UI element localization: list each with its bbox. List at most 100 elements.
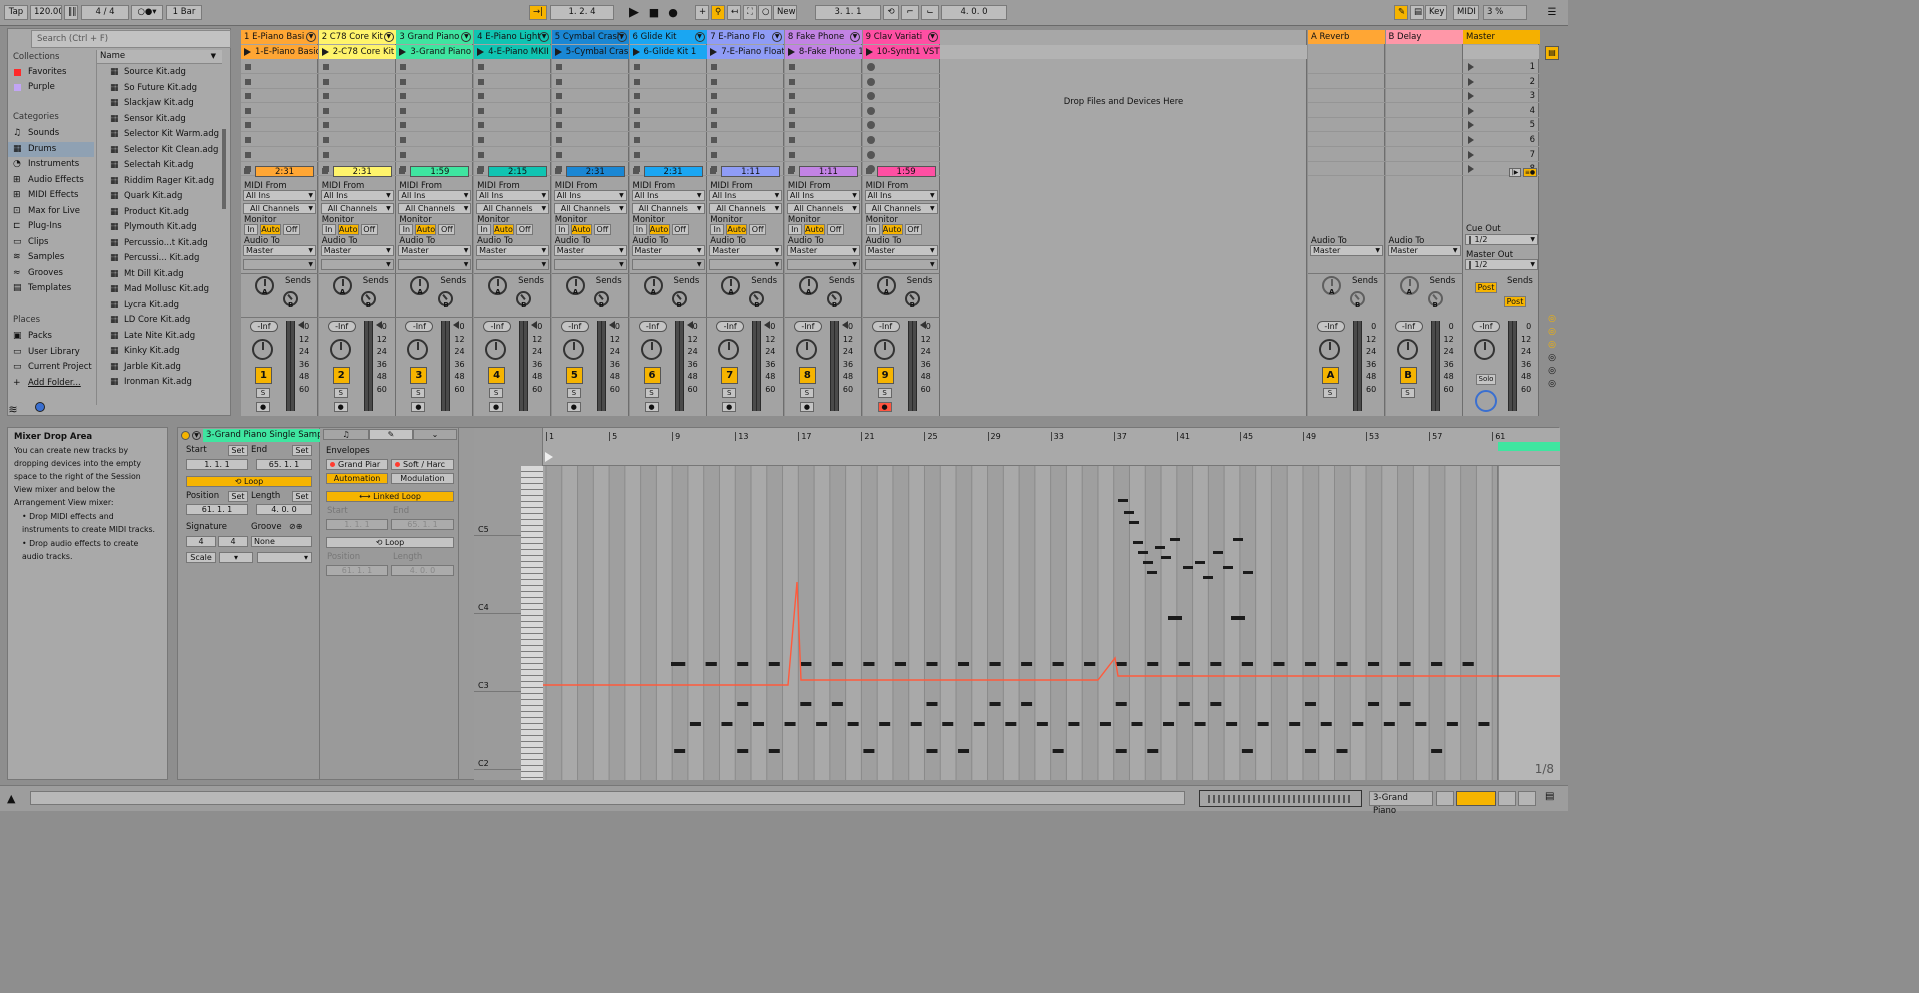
clip-slot[interactable] <box>551 104 629 118</box>
arm-button[interactable]: ● <box>411 402 426 412</box>
record-slot-icon[interactable] <box>866 77 875 86</box>
clip-slot[interactable] <box>241 133 318 147</box>
groove-icons[interactable]: ⊘⊕ <box>289 522 302 531</box>
clip-slot[interactable] <box>551 148 629 162</box>
clip-slot[interactable] <box>629 118 707 133</box>
file-item[interactable]: ▦ Product Kit.adg <box>97 205 222 221</box>
track-fold-icon[interactable]: ▼ <box>694 32 705 42</box>
category-item[interactable]: ⊏ Plug-Ins <box>8 219 94 234</box>
detail-view-toggle-icon[interactable]: ▤ <box>1545 791 1559 806</box>
audio-to-select[interactable]: Master <box>709 245 783 256</box>
track-title[interactable]: 2 C78 Core Kit ▼ <box>318 30 396 44</box>
start-set-button[interactable]: Set <box>228 445 248 456</box>
solo-button[interactable]: S <box>799 388 814 398</box>
stop-slot-icon[interactable] <box>555 137 562 143</box>
file-item[interactable]: ▦ Selector Kit Warm.adg <box>97 127 222 143</box>
groove-pool-icon[interactable]: ≋ <box>4 401 22 419</box>
track-fold-icon[interactable]: ▼ <box>772 32 783 42</box>
scene[interactable]: 6 <box>1463 133 1540 147</box>
clip-slot[interactable] <box>474 89 552 104</box>
loop-switch-icon[interactable]: ⟲ <box>883 5 899 20</box>
clip-slot[interactable] <box>551 133 629 147</box>
track-volume-readout[interactable]: -Inf <box>560 321 589 332</box>
arm-button[interactable]: ● <box>722 402 737 412</box>
stop-slot-icon[interactable] <box>245 151 251 158</box>
stop-clips-icon[interactable] <box>321 168 328 174</box>
stop-clips-icon[interactable] <box>477 168 484 174</box>
file-item[interactable]: ▦ LD Core Kit.adg <box>97 313 222 329</box>
track-volume-readout[interactable]: -Inf <box>793 321 822 332</box>
category-item[interactable]: ⊞ MIDI Effects <box>8 188 94 203</box>
pan-knob[interactable] <box>329 339 351 360</box>
midi-from-select[interactable]: All Ins <box>320 190 394 201</box>
solo-button[interactable]: S <box>1323 388 1337 398</box>
clip-slot[interactable] <box>318 148 396 162</box>
file-item[interactable]: ▦ Slackjaw Kit.adg <box>97 96 222 112</box>
monitor-auto-button[interactable]: Auto <box>260 224 281 235</box>
monitor-in-button[interactable]: In <box>632 224 647 235</box>
arm-button[interactable]: ● <box>333 402 348 412</box>
stop-slot-icon[interactable] <box>711 78 718 85</box>
stop-clips-icon[interactable] <box>554 168 561 174</box>
stop-slot-icon[interactable] <box>555 78 562 85</box>
audio-to-select[interactable]: Master <box>476 245 550 256</box>
piano-keys[interactable] <box>521 466 543 780</box>
clip[interactable]: 8-Fake Phone 1 <box>784 45 862 59</box>
stop-slot-icon[interactable] <box>245 78 251 85</box>
monitor-auto-button[interactable]: Auto <box>881 224 903 235</box>
track-fold-icon[interactable]: ▼ <box>849 32 860 42</box>
clip-slot[interactable] <box>396 133 474 147</box>
stop-slot-icon[interactable] <box>478 151 485 158</box>
song-position[interactable]: 1. 2. 4 <box>550 5 614 20</box>
monitor-off-button[interactable]: Off <box>516 224 534 235</box>
monitor-auto-button[interactable]: Auto <box>493 224 515 235</box>
clip-slot[interactable] <box>241 104 318 118</box>
play-icon[interactable]: ▶ <box>627 5 641 20</box>
quantize-menu[interactable]: 1 Bar <box>166 5 202 20</box>
file-item[interactable]: ▦ Source Kit.adg <box>97 65 222 81</box>
env-loop-button[interactable]: ⟲ Loop <box>326 537 454 548</box>
stop-slot-icon[interactable] <box>711 137 718 143</box>
device-thumb-3[interactable] <box>1498 791 1516 806</box>
clip-slot[interactable] <box>707 133 785 147</box>
midi-channel-select[interactable]: All Channels <box>786 203 860 214</box>
pan-knob[interactable] <box>407 339 429 360</box>
monitor-in-button[interactable]: In <box>554 224 569 235</box>
midi-from-select[interactable]: All Ins <box>786 190 860 201</box>
pan-knob[interactable] <box>718 339 740 360</box>
arm-button[interactable]: ● <box>566 402 581 412</box>
scale-button[interactable]: Scale <box>186 552 216 563</box>
stop-slot-icon[interactable] <box>711 122 718 129</box>
solo-button[interactable]: S <box>877 388 892 398</box>
clip-slot[interactable] <box>396 104 474 118</box>
return-volume-readout[interactable]: -Inf <box>1317 321 1345 332</box>
stop-slot-icon[interactable] <box>478 78 485 85</box>
clip-slot[interactable] <box>707 148 785 162</box>
category-item[interactable]: ≈ Grooves <box>8 266 94 281</box>
stop-icon[interactable]: ■ <box>647 5 661 20</box>
track-volume-readout[interactable]: -Inf <box>638 321 667 332</box>
tap-button[interactable]: Tap <box>4 5 28 20</box>
midi-from-select[interactable]: All Ins <box>631 190 705 201</box>
stop-slot-icon[interactable] <box>711 64 718 70</box>
clip-slot[interactable] <box>707 60 785 74</box>
tempo-field[interactable]: 120.00 <box>30 5 62 20</box>
piano-roll[interactable]: C5 C4 C3 C2 1 5 9 13 17 21 25 29 33 37 41 45 49 53 57 61 1… <box>474 428 1560 780</box>
clip[interactable]: 5-Cymbal Crash <box>551 45 629 59</box>
metronome-button[interactable]: ○●▾ <box>131 5 163 20</box>
clip-play-icon[interactable] <box>554 48 562 56</box>
clip-slot[interactable] <box>629 133 707 147</box>
track-fold-icon[interactable]: ▼ <box>616 32 627 42</box>
stop-slot-icon[interactable] <box>245 137 251 143</box>
clip-menu-icon[interactable]: ▼ <box>192 431 201 440</box>
stop-clips-icon[interactable] <box>632 168 639 174</box>
monitor-in-button[interactable]: In <box>865 224 880 235</box>
monitor-in-button[interactable]: In <box>244 224 258 235</box>
stop-slot-icon[interactable] <box>400 78 407 85</box>
pan-knob[interactable] <box>562 339 584 360</box>
stop-slot-icon[interactable] <box>322 107 329 114</box>
clip-slot[interactable] <box>862 60 940 74</box>
monitor-in-button[interactable]: In <box>787 224 802 235</box>
file-item[interactable]: ▦ Selector Kit Clean.adg <box>97 143 222 159</box>
sends-toggle-icon[interactable]: ◎ <box>1545 326 1559 339</box>
